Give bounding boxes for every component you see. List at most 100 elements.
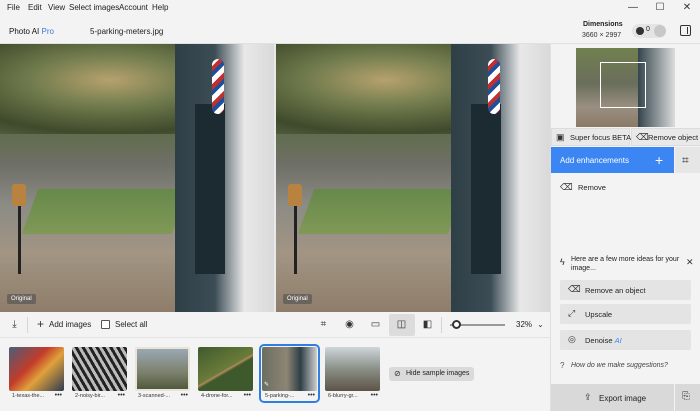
export-icon: ⇪ bbox=[584, 392, 592, 402]
add-icon[interactable]: + bbox=[35, 318, 46, 330]
thumbnail-label: 2-noisy-bir... bbox=[75, 393, 105, 399]
thumbnail[interactable]: 4-drone-for... ••• bbox=[198, 347, 253, 400]
remove-an-object-button[interactable]: ⌫ Remove an object bbox=[560, 280, 691, 300]
thumbnail-image bbox=[72, 347, 127, 391]
credit-icon bbox=[636, 27, 644, 35]
close-icon[interactable]: ✕ bbox=[680, 2, 694, 14]
denoise-icon: ◎ bbox=[568, 334, 576, 344]
crop-button[interactable]: ⌗ bbox=[675, 147, 700, 173]
eraser-icon: ⌫ bbox=[560, 182, 573, 192]
add-images-button[interactable]: Add images bbox=[49, 320, 91, 329]
chevron-down-icon[interactable]: ⌄ bbox=[535, 319, 546, 330]
preview-image-pane[interactable]: Original bbox=[276, 44, 550, 312]
export-settings-button[interactable]: ⎘ bbox=[675, 384, 700, 411]
more-icon[interactable]: ••• bbox=[244, 392, 251, 399]
navigator-preview[interactable] bbox=[576, 48, 675, 127]
dimensions-label: Dimensions bbox=[583, 21, 623, 28]
download-icon[interactable]: ⤓ bbox=[9, 319, 20, 330]
how-suggestions-link[interactable]: How do we make suggestions? bbox=[571, 362, 668, 369]
super-focus-icon: ▣ bbox=[556, 132, 565, 142]
menu-select-images[interactable]: Select images bbox=[69, 3, 119, 12]
credits-pill[interactable]: 0 bbox=[632, 24, 666, 38]
crop-icon: ⌗ bbox=[682, 153, 689, 167]
more-icon[interactable]: ••• bbox=[181, 392, 188, 399]
thumbnail-strip: 1-texas-the... ••• 2-noisy-bir... ••• 3-… bbox=[0, 338, 550, 411]
thumbnail[interactable]: 2-noisy-bir... ••• bbox=[72, 347, 127, 400]
building-window bbox=[195, 104, 225, 274]
grass-area bbox=[297, 189, 465, 234]
ai-badge: AI bbox=[614, 336, 622, 345]
credits-count: 0 bbox=[646, 26, 650, 33]
thumbnail[interactable]: 1-texas-the... ••• bbox=[9, 347, 64, 400]
barber-pole bbox=[212, 59, 224, 114]
meter-post bbox=[18, 194, 21, 274]
remove-label: Remove bbox=[578, 183, 606, 192]
edit-badge-icon: ✎ bbox=[264, 382, 270, 388]
more-icon[interactable]: ••• bbox=[118, 392, 125, 399]
menu-view[interactable]: View bbox=[48, 3, 65, 12]
more-icon[interactable]: ••• bbox=[371, 392, 378, 399]
building-window bbox=[471, 104, 501, 274]
single-view-icon[interactable]: ▭ bbox=[370, 319, 381, 330]
app-header: Photo AI Pro 5-parking-meters.jpg Dimens… bbox=[0, 17, 700, 44]
eraser-icon: ⌫ bbox=[568, 284, 581, 294]
menu-help[interactable]: Help bbox=[152, 3, 168, 12]
hide-sample-images-label: Hide sample images bbox=[406, 370, 470, 377]
toolbar-divider bbox=[441, 317, 442, 333]
app-title: Photo AI Pro bbox=[9, 27, 54, 36]
lightning-icon: ϟ bbox=[560, 257, 565, 267]
image-toolbar: ⤓ + Add images Select all ⌗ ◉ ▭ ◫ ◧ 32% … bbox=[0, 312, 550, 338]
sidebar-toggle-icon[interactable] bbox=[680, 25, 691, 36]
select-all-label[interactable]: Select all bbox=[115, 320, 147, 329]
toolbar-divider bbox=[27, 317, 28, 333]
maximize-icon[interactable]: ☐ bbox=[653, 2, 667, 14]
pane-tag-right: Original bbox=[283, 294, 312, 304]
upscale-icon: ⤢ bbox=[568, 308, 576, 318]
ideas-heading: Here are a few more ideas for your image… bbox=[571, 256, 680, 272]
side-by-side-icon[interactable]: ◫ bbox=[396, 319, 407, 330]
more-icon[interactable]: ••• bbox=[308, 392, 315, 399]
minimize-icon[interactable]: — bbox=[626, 2, 640, 14]
thumbnail-selected[interactable]: ✎ 5-parking-... ••• bbox=[259, 344, 320, 403]
thumbnail-image bbox=[325, 347, 380, 391]
split-view-icon[interactable]: ◧ bbox=[422, 319, 433, 330]
app-name: Photo AI bbox=[9, 27, 40, 36]
thumbnail-label: 1-texas-the... bbox=[12, 393, 45, 399]
thumbnail-image bbox=[9, 347, 64, 391]
thumbnail[interactable]: 6-blurry-gr... ••• bbox=[325, 347, 380, 400]
denoise-button[interactable]: ◎ Denoise AI bbox=[560, 330, 691, 350]
enhancement-panel: ▣ Super focus BETA ⌫ Remove object Add e… bbox=[550, 44, 700, 411]
parking-meter bbox=[12, 184, 26, 206]
export-image-button[interactable]: ⇪ Export image bbox=[551, 384, 674, 411]
idea-label: Denoise AI bbox=[585, 336, 622, 345]
hide-sample-images-button[interactable]: ⊘ Hide sample images bbox=[389, 367, 474, 381]
eye-icon[interactable]: ◉ bbox=[344, 319, 355, 330]
idea-label: Remove an object bbox=[585, 286, 646, 295]
remove-enhancement-row[interactable]: ⌫ Remove bbox=[551, 178, 700, 196]
viewport-frame[interactable] bbox=[600, 62, 646, 108]
super-focus-button[interactable]: ▣ Super focus BETA bbox=[551, 128, 631, 146]
focus-frame-icon[interactable]: ⌗ bbox=[318, 319, 329, 330]
original-image-pane[interactable]: Original bbox=[0, 44, 274, 312]
thumbnail[interactable]: 3-scanned-... ••• bbox=[135, 347, 190, 400]
thumbnail-image bbox=[198, 347, 253, 391]
upscale-button[interactable]: ⤢ Upscale bbox=[560, 304, 691, 324]
more-icon[interactable]: ••• bbox=[55, 392, 62, 399]
menu-bar: File Edit View Select images Account Hel… bbox=[0, 0, 700, 17]
zoom-slider-handle[interactable] bbox=[452, 320, 461, 329]
select-all-checkbox[interactable] bbox=[101, 320, 110, 329]
barber-pole bbox=[488, 59, 500, 114]
menu-edit[interactable]: Edit bbox=[28, 3, 42, 12]
close-icon[interactable]: ✕ bbox=[686, 257, 694, 268]
add-enhancements-button[interactable]: Add enhancements + bbox=[551, 147, 674, 173]
remove-object-button[interactable]: ⌫ Remove object bbox=[631, 128, 700, 146]
app-tier: Pro bbox=[41, 27, 54, 36]
menu-account[interactable]: Account bbox=[119, 3, 148, 12]
thumbnail-label: 4-drone-for... bbox=[201, 393, 233, 399]
plus-icon: + bbox=[655, 152, 664, 168]
menu-file[interactable]: File bbox=[7, 3, 20, 12]
thumbnail-image bbox=[135, 347, 190, 391]
avatar[interactable] bbox=[654, 25, 666, 37]
eraser-icon: ⌫ bbox=[636, 132, 649, 142]
parking-meter bbox=[288, 184, 302, 206]
